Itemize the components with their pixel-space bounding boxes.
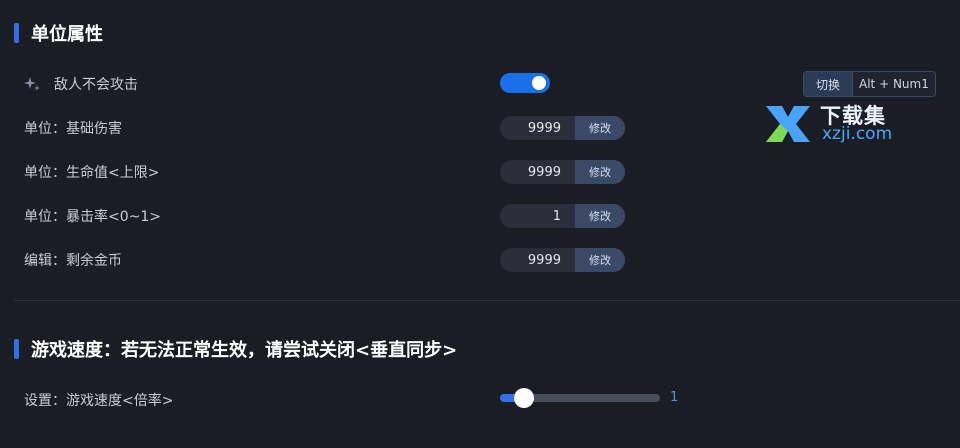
crit-rate-modify-button[interactable]: 修改	[575, 204, 625, 228]
option-label: 设置：游戏速度<倍率>	[24, 393, 174, 409]
option-label: 编辑：剩余金币	[24, 253, 122, 269]
max-health-input-group: 9999 修改	[500, 160, 625, 184]
option-label: 敌人不会攻击	[54, 77, 138, 93]
max-health-modify-button[interactable]: 修改	[575, 160, 625, 184]
x-logo-icon	[766, 106, 810, 142]
gold-modify-button[interactable]: 修改	[575, 248, 625, 272]
crit-rate-input-group: 1 修改	[500, 204, 625, 228]
section-title-game-speed: 游戏速度：若无法正常生效，请尝试关闭<垂直同步>	[14, 336, 457, 362]
option-row-gold: 编辑：剩余金币	[24, 250, 122, 270]
watermark-logo: 下载集 xzji.com	[762, 100, 912, 150]
toggle-knob	[532, 76, 546, 90]
hotkey-keys-label: Alt + Num1	[853, 72, 935, 96]
section-title-text: 单位属性	[31, 24, 103, 45]
slider-thumb[interactable]	[514, 388, 534, 408]
option-row-base-damage: 单位：基础伤害	[24, 118, 122, 138]
sparkle-icon	[24, 77, 40, 91]
base-damage-modify-button[interactable]: 修改	[575, 116, 625, 140]
hotkey-badge[interactable]: 切换 Alt + Num1	[803, 71, 936, 97]
max-health-input[interactable]: 9999	[500, 160, 575, 184]
option-row-enemy-no-attack: 敌人不会攻击	[24, 74, 138, 94]
section-title-text: 游戏速度：若无法正常生效，请尝试关闭<垂直同步>	[31, 340, 458, 361]
gold-input-group: 9999 修改	[500, 248, 625, 272]
section-accent-bar	[14, 23, 19, 43]
gold-input[interactable]: 9999	[500, 248, 575, 272]
option-row-crit-rate: 单位：暴击率<0~1>	[24, 206, 161, 226]
option-row-max-health: 单位：生命值<上限>	[24, 162, 159, 182]
game-speed-value: 1	[670, 390, 679, 405]
watermark-domain-text: xzji.com	[822, 124, 893, 144]
section-title-unit-attributes: 单位属性	[14, 20, 103, 46]
base-damage-input[interactable]: 9999	[500, 116, 575, 140]
option-row-game-speed: 设置：游戏速度<倍率>	[24, 390, 173, 410]
hotkey-action-label[interactable]: 切换	[804, 72, 854, 96]
section-accent-bar	[14, 339, 19, 359]
game-speed-slider[interactable]	[500, 388, 660, 408]
base-damage-input-group: 9999 修改	[500, 116, 625, 140]
crit-rate-input[interactable]: 1	[500, 204, 575, 228]
option-label: 单位：基础伤害	[24, 121, 122, 137]
option-label: 单位：暴击率<0~1>	[24, 209, 162, 225]
enemy-no-attack-toggle[interactable]	[500, 73, 550, 93]
option-label: 单位：生命值<上限>	[24, 165, 160, 181]
section-divider	[14, 300, 960, 301]
